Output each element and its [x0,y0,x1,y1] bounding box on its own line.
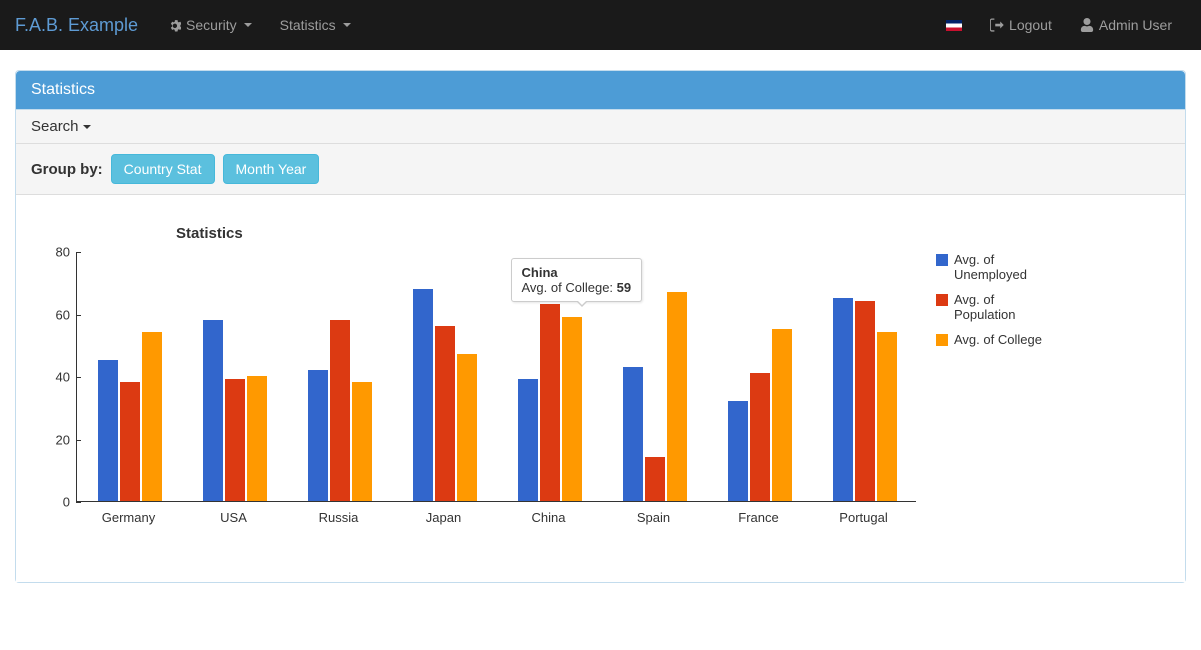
chart-bar[interactable] [772,329,792,501]
chart-bar[interactable] [833,298,853,501]
x-tick-label: Germany [102,510,155,525]
navbar-left: F.A.B. Example Security Statistics [15,0,365,50]
chart-bar[interactable] [142,332,162,501]
x-tick-label: Portugal [839,510,887,525]
y-tick-mark [76,315,81,316]
caret-icon [244,23,252,27]
x-tick-label: Japan [426,510,461,525]
chart-bar[interactable] [540,304,560,501]
legend-label: Avg. of College [954,332,1042,347]
chart-bar[interactable] [435,326,455,501]
nav-item-security[interactable]: Security [153,0,266,50]
chart-bar[interactable] [877,332,897,501]
groupby-bar: Group by: Country Stat Month Year [16,144,1185,195]
chart-plot: China Avg. of College: 59 020406080Germa… [36,252,916,532]
y-tick-mark [76,502,81,503]
navbar: F.A.B. Example Security Statistics Logou… [0,0,1201,50]
x-tick-label: USA [220,510,247,525]
nav-item-statistics[interactable]: Statistics [266,0,365,50]
legend-label: Avg. of Unemployed [954,252,1056,282]
chart-bar[interactable] [203,320,223,501]
chart-bar[interactable] [750,373,770,501]
chart-bar[interactable] [855,301,875,501]
tooltip-body: Avg. of College: 59 [522,280,632,295]
chart-bar[interactable] [518,379,538,501]
chart-bar[interactable] [247,376,267,501]
chart-title: Statistics [176,225,1165,242]
tooltip-value: 59 [617,280,631,295]
navbar-right: Logout Admin User [932,0,1186,50]
y-tick-mark [76,377,81,378]
chart-bar[interactable] [98,360,118,501]
legend-swatch [936,254,948,266]
chart-bar[interactable] [225,379,245,501]
logout-icon [990,18,1004,32]
legend-label: Avg. of Population [954,292,1056,322]
plot-area [76,252,916,502]
y-tick-label: 20 [36,432,76,447]
main-container: Statistics Search Group by: Country Stat… [0,50,1201,623]
nav-label: Security [186,17,237,33]
stats-panel: Statistics Search Group by: Country Stat… [15,70,1186,583]
chart-bar[interactable] [667,292,687,501]
tooltip-title: China [522,265,632,280]
uk-flag-icon [946,20,962,31]
groupby-month-button[interactable]: Month Year [223,154,320,184]
nav-item-user[interactable]: Admin User [1066,0,1186,50]
chart-tooltip: China Avg. of College: 59 [511,258,643,302]
nav-label: Statistics [280,17,336,33]
x-tick-label: China [532,510,566,525]
chart-bar[interactable] [330,320,350,501]
caret-icon [343,23,351,27]
y-tick-mark [76,252,81,253]
chart-bar[interactable] [120,382,140,501]
chart-bar[interactable] [728,401,748,501]
nav-label: Admin User [1099,17,1172,33]
legend-item-population[interactable]: Avg. of Population [936,292,1056,322]
chart-bar[interactable] [308,370,328,501]
y-tick-label: 40 [36,370,76,385]
chart-bar[interactable] [623,367,643,501]
y-tick-label: 80 [36,245,76,260]
gears-icon [167,18,181,32]
y-tick-mark [76,440,81,441]
nav-label: Logout [1009,17,1052,33]
chart-bar[interactable] [413,289,433,502]
chart-bar[interactable] [457,354,477,501]
y-tick-label: 0 [36,495,76,510]
legend-swatch [936,294,948,306]
chart-bar[interactable] [645,457,665,501]
groupby-label: Group by: [31,161,103,178]
x-tick-label: Spain [637,510,670,525]
x-tick-label: Russia [319,510,359,525]
search-dropdown[interactable]: Search [16,110,1185,144]
legend-item-unemployed[interactable]: Avg. of Unemployed [936,252,1056,282]
chart-legend: Avg. of Unemployed Avg. of Population Av… [936,252,1056,532]
panel-title: Statistics [16,71,1185,110]
chart-bar[interactable] [562,317,582,501]
legend-swatch [936,334,948,346]
brand-link[interactable]: F.A.B. Example [15,15,153,36]
nav-item-logout[interactable]: Logout [976,0,1066,50]
caret-icon [83,125,91,129]
tooltip-metric: Avg. of College: [522,280,617,295]
groupby-country-button[interactable]: Country Stat [111,154,215,184]
chart-bar[interactable] [352,382,372,501]
y-tick-label: 60 [36,307,76,322]
search-label: Search [31,118,79,135]
chart-area: Statistics China Avg. of College: 59 0 20… [16,195,1185,582]
user-icon [1080,18,1094,32]
nav-item-language[interactable] [932,0,976,50]
legend-item-college[interactable]: Avg. of College [936,332,1056,347]
x-tick-label: France [738,510,778,525]
